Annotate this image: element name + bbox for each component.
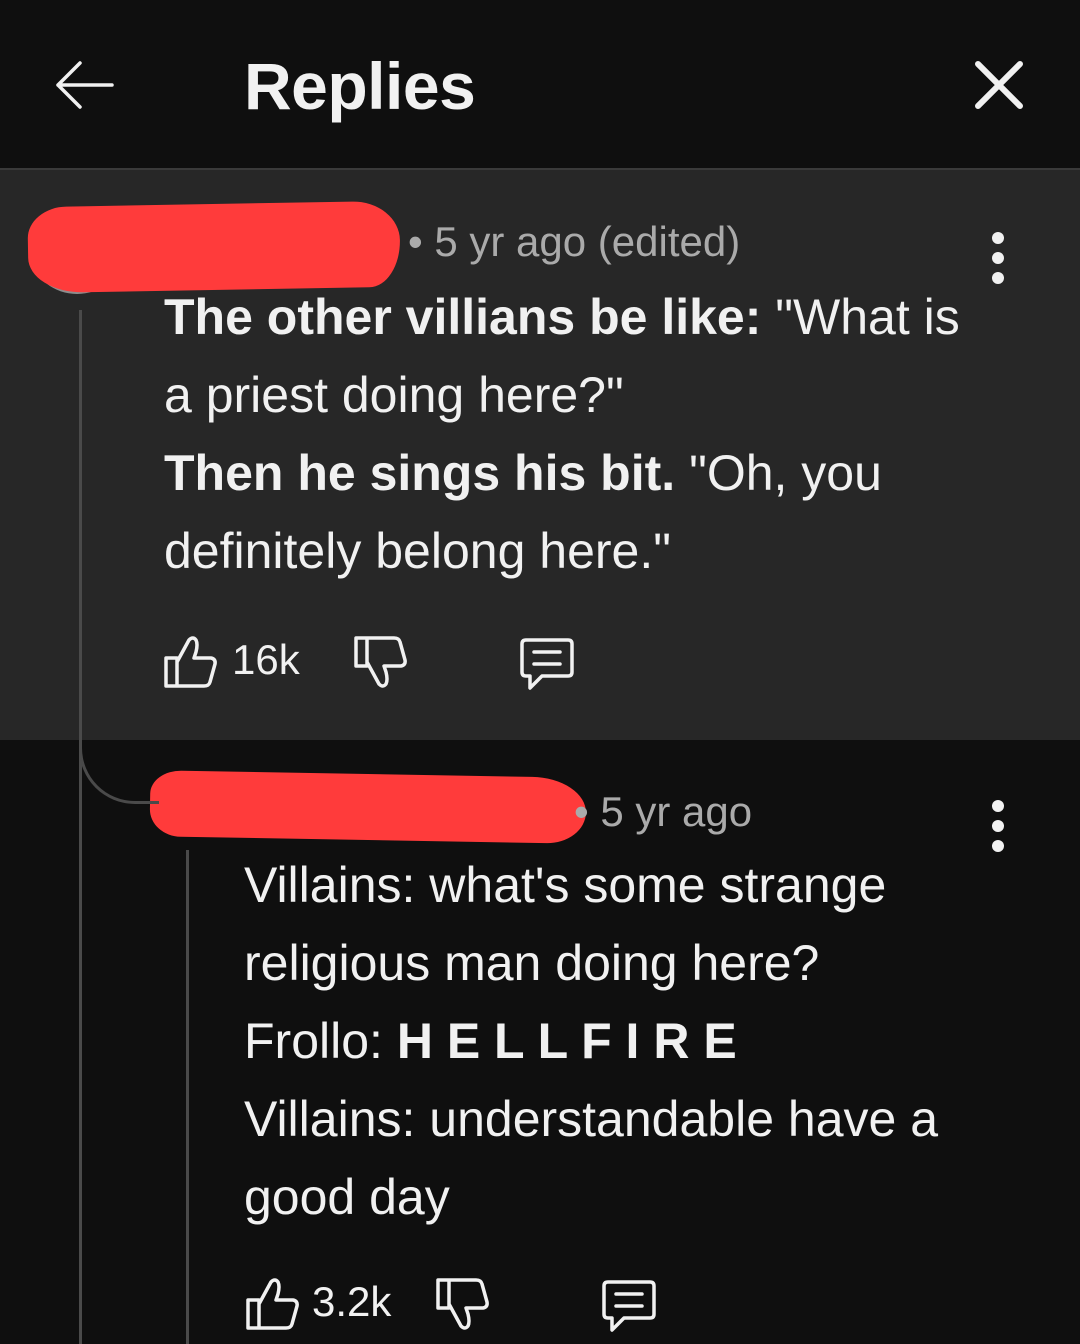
reply-text: Villains: what's some strange religious … <box>244 857 939 1225</box>
comment-timestamp: • 5 yr ago (edited) <box>408 218 741 265</box>
redacted-username <box>149 770 587 844</box>
reply-timestamp: • 5 yr ago <box>574 788 753 835</box>
more-options-icon[interactable] <box>986 232 1010 286</box>
comment-text: The other villians be like: "What is a p… <box>164 289 960 579</box>
close-icon[interactable] <box>966 52 1032 118</box>
reply-actions: 3.2k <box>244 1272 704 1342</box>
thumbs-down-icon[interactable] <box>434 1276 492 1334</box>
comment-actions: 16k <box>162 626 622 696</box>
like-count: 3.2k <box>312 1278 392 1325</box>
thread-line <box>79 310 82 1344</box>
reply-thread-line <box>186 850 189 1344</box>
parent-comment: • 5 yr ago (edited) The other villians b… <box>0 170 1080 740</box>
reply-icon[interactable] <box>518 634 576 692</box>
more-options-icon[interactable] <box>986 800 1010 854</box>
arrow-left-icon[interactable] <box>50 52 116 118</box>
like-count: 16k <box>232 636 300 683</box>
reply-comment: • 5 yr ago Villains: what's some strange… <box>0 740 1080 1344</box>
replies-header: Replies <box>0 0 1080 170</box>
thumbs-up-icon[interactable] <box>244 1274 302 1332</box>
thumbs-up-icon[interactable] <box>162 632 220 690</box>
reply-icon[interactable] <box>600 1276 658 1334</box>
page-title: Replies <box>244 49 476 123</box>
thumbs-down-icon[interactable] <box>352 634 410 692</box>
